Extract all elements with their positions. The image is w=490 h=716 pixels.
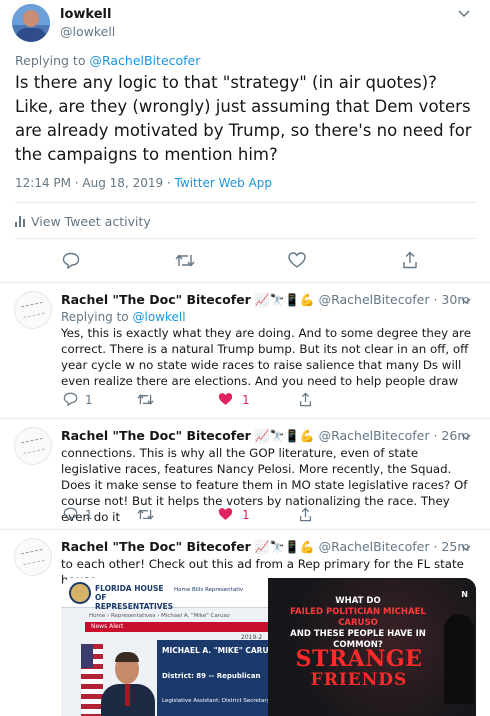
like-icon-filled[interactable] [218, 507, 233, 521]
reply-count: 1 [85, 508, 93, 522]
like-count: 1 [242, 393, 250, 407]
reply-author-handle[interactable]: @RachelBitecofer [319, 428, 430, 443]
ad-question: WHAT DO FAILED POLITICIAN MICHAEL CARUSO… [278, 596, 438, 651]
site-title: FLORIDA HOUSE OF REPRESENTATIVES [95, 584, 174, 611]
reply-author-handle[interactable]: @RachelBitecofer [319, 292, 430, 307]
reply-text: Yes, this is exactly what they are doing… [61, 326, 471, 388]
ad-title-strange: STRANGE [295, 646, 423, 672]
reply-icon[interactable] [62, 252, 80, 269]
tweet-meta: 12:14 PM · Aug 18, 2019 · Twitter Web Ap… [15, 176, 272, 190]
reply-tweet[interactable]: Rachel "The Doc" Bitecofer 📈🔭📱💪 @RachelB… [0, 419, 490, 530]
replying-to: Replying to @RachelBitecofer [15, 53, 200, 68]
media-image-strange-friends[interactable]: WHAT DO FAILED POLITICIAN MICHAEL CARUSO… [268, 578, 476, 716]
reply-header: Rachel "The Doc" Bitecofer 📈🔭📱💪 @RachelB… [61, 292, 470, 307]
site-breadcrumb: Home › Representatives › Michael A. "Mik… [89, 613, 230, 619]
ad-question-line1: WHAT DO [335, 596, 381, 606]
author-avatar[interactable] [12, 4, 50, 42]
member-staff: Legislative Assistant: District Secretar… [162, 698, 270, 704]
reply-actions: 1 1 [61, 507, 481, 525]
ad-corner-text: N [461, 590, 468, 599]
view-activity-button[interactable]: View Tweet activity [15, 214, 151, 229]
reply-author-emojis: 📈🔭📱💪 [254, 293, 315, 307]
chevron-down-icon[interactable] [461, 542, 471, 555]
activity-chart-icon [15, 216, 25, 227]
reply-avatar[interactable] [14, 538, 52, 576]
replying-prefix: Replying to [61, 310, 129, 324]
chevron-down-icon[interactable] [461, 431, 471, 444]
ad-title-friends: FRIENDS [310, 670, 408, 690]
site-nav: Home Bills Representativ [174, 587, 244, 593]
retweet-icon[interactable] [137, 393, 154, 406]
reply-icon[interactable] [63, 507, 78, 521]
share-icon[interactable] [299, 392, 312, 407]
reply-author-emojis: 📈🔭📱💪 [254, 429, 315, 443]
reply-count: 1 [85, 393, 93, 407]
reply-icon[interactable] [63, 392, 78, 406]
news-alert-bar: News Alert [85, 622, 268, 632]
state-seal-icon [69, 582, 91, 604]
member-district: District: 89 -- Republican [162, 672, 261, 680]
reply-author-name[interactable]: Rachel "The Doc" Bitecofer [61, 539, 251, 554]
tweet-actions [0, 250, 490, 272]
chevron-down-icon[interactable] [461, 295, 471, 308]
reply-author-name[interactable]: Rachel "The Doc" Bitecofer [61, 428, 251, 443]
media-image-florida-house[interactable]: FLORIDA HOUSE OF REPRESENTATIVES Home Bi… [61, 578, 270, 716]
replying-to: Replying to @lowkell [61, 310, 186, 324]
member-info-box: MICHAEL A. "MIKE" CARU District: 89 -- R… [157, 640, 270, 716]
replying-to-link[interactable]: @RachelBitecofer [89, 53, 200, 68]
reply-avatar[interactable] [14, 291, 52, 329]
tweet-media[interactable]: FLORIDA HOUSE OF REPRESENTATIVES Home Bi… [61, 578, 476, 716]
like-icon-filled[interactable] [218, 392, 233, 406]
reply-tweet[interactable]: Rachel "The Doc" Bitecofer 📈🔭📱💪 @RachelB… [0, 283, 490, 419]
retweet-icon[interactable] [175, 253, 195, 268]
focused-tweet: lowkell @lowkell Replying to @RachelBite… [0, 0, 490, 283]
divider [15, 238, 476, 239]
author-handle[interactable]: @lowkell [60, 24, 115, 39]
reply-author-handle[interactable]: @RachelBitecofer [319, 539, 430, 554]
news-alert-label: News Alert [91, 623, 124, 630]
replying-prefix: Replying to [15, 53, 86, 68]
retweet-icon[interactable] [137, 508, 154, 521]
reply-actions: 1 1 [61, 392, 481, 410]
ad-question-red: FAILED POLITICIAN MICHAEL CARUSO [290, 607, 426, 628]
representative-photo [99, 646, 157, 716]
reply-avatar[interactable] [14, 427, 52, 465]
tweet-timestamp[interactable]: 12:14 PM · Aug 18, 2019 · [15, 176, 175, 190]
reply-author-emojis: 📈🔭📱💪 [254, 540, 315, 554]
reply-author-name[interactable]: Rachel "The Doc" Bitecofer [61, 292, 251, 307]
silhouette-figure [444, 614, 474, 704]
reply-header: Rachel "The Doc" Bitecofer 📈🔭📱💪 @RachelB… [61, 539, 470, 554]
replying-to-link[interactable]: @lowkell [132, 310, 185, 324]
author-name[interactable]: lowkell [60, 7, 111, 22]
member-name: MICHAEL A. "MIKE" CARU [162, 646, 269, 655]
activity-label: View Tweet activity [31, 214, 151, 229]
divider [15, 202, 476, 203]
share-icon[interactable] [402, 251, 418, 269]
tweet-text: Is there any logic to that "strategy" (i… [15, 73, 472, 164]
reply-header: Rachel "The Doc" Bitecofer 📈🔭📱💪 @RachelB… [61, 428, 470, 443]
like-icon[interactable] [288, 252, 306, 268]
like-count: 1 [242, 508, 250, 522]
share-icon[interactable] [299, 507, 312, 522]
chevron-down-icon[interactable] [458, 8, 470, 21]
tweet-source-link[interactable]: Twitter Web App [175, 176, 272, 190]
